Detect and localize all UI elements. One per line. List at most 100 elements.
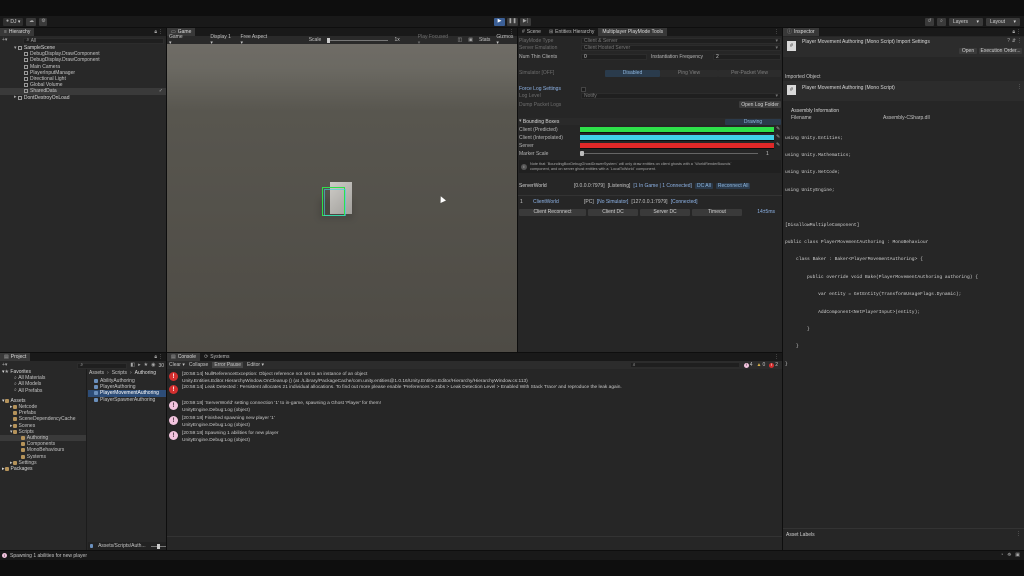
notifications-icon[interactable]: ▣ (1015, 553, 1020, 558)
file-item[interactable]: PlayerSpawnerAuthoring (88, 397, 166, 403)
scale-slider[interactable] (327, 37, 389, 43)
step-button[interactable]: ▶| (520, 17, 531, 26)
simulator-per-packet-button[interactable]: Per-Packet View (718, 69, 781, 77)
editor-dropdown[interactable]: Editor ▾ (247, 362, 264, 368)
num-thin-clients-input[interactable]: 0 (581, 53, 647, 60)
filter-label-icon[interactable]: ▸ (138, 363, 141, 368)
settings-icon[interactable]: ⇵ (1012, 39, 1016, 44)
help-icon[interactable]: ? (1007, 39, 1010, 44)
error-count-toggle[interactable]: ! 2 (769, 362, 778, 368)
more-icon[interactable]: ⋮ (158, 354, 163, 360)
breadcrumb-item[interactable]: Scripts (112, 370, 127, 376)
force-log-settings-checkbox[interactable] (581, 86, 586, 92)
breadcrumb-item[interactable]: Authoring (135, 370, 156, 376)
hidden-packages-icon[interactable]: ◉ (151, 363, 155, 368)
hierarchy-search-input[interactable]: ⌕ All (23, 37, 164, 44)
more-icon[interactable]: ⋮ (1016, 29, 1021, 35)
cloud-button[interactable]: ☁ (26, 17, 37, 26)
eyedropper-icon[interactable]: ✎ (776, 135, 780, 140)
reconnect-all-button[interactable]: Reconnect All (715, 183, 751, 189)
log-entry[interactable]: ! [20:58:14] NullReferenceException: Obj… (169, 372, 780, 385)
dc-all-button[interactable]: DC All (694, 183, 713, 189)
log-entry[interactable]: ! [20:59:18] Spawning 1 abilities for ne… (169, 431, 780, 444)
more-icon[interactable]: ⋮ (1017, 85, 1022, 90)
layers-dropdown[interactable]: Layers ▾ (949, 17, 983, 26)
favorite-icon[interactable]: ★ (144, 363, 148, 368)
hierarchy-item[interactable]: ▸ DontDestroyOnLoad (0, 95, 166, 101)
search-button[interactable]: ⌕ (937, 17, 946, 26)
project-search-input[interactable]: ⌕ (77, 362, 128, 369)
game-viewport[interactable] (167, 44, 517, 352)
add-icon[interactable]: +▾ (2, 38, 7, 43)
tab-entities-hierarchy[interactable]: ⊞ Entities Hierarchy (545, 28, 598, 36)
history-button[interactable]: ↺ (925, 17, 934, 26)
file-item[interactable]: PlayerMovementAuthoring (88, 390, 166, 397)
foldout-icon[interactable]: ▾ (519, 119, 522, 124)
console-search-input[interactable]: ⌕ (629, 362, 740, 368)
pause-button[interactable]: ❚❚ (507, 17, 518, 26)
collab-button[interactable]: ⚙ (39, 17, 48, 26)
eyedropper-icon[interactable]: ✎ (776, 143, 780, 148)
playmode-type-dropdown[interactable]: Client & Server ▾ (581, 38, 781, 44)
lock-icon[interactable]: 🔒︎ (1012, 29, 1015, 35)
server-color[interactable] (580, 142, 774, 149)
drawing-toggle-button[interactable]: Drawing (725, 118, 781, 125)
zoom-slider-knob[interactable] (156, 543, 160, 549)
simulator-ping-view-button[interactable]: Ping View (660, 69, 718, 77)
execution-order-button[interactable]: Execution Order... (979, 48, 1022, 54)
client-predicted-color[interactable] (580, 126, 774, 133)
marker-scale-slider[interactable] (580, 151, 758, 156)
marker-scale-value[interactable]: 1 (766, 151, 769, 157)
tab-inspector[interactable]: ⓘ Inspector (783, 28, 819, 36)
mute-icon[interactable]: ◫ (458, 37, 463, 43)
instantiation-frequency-input[interactable]: 2 (713, 53, 781, 60)
check-icon[interactable]: ✓ (159, 88, 163, 94)
filter-type-icon[interactable]: ◧ (130, 363, 135, 368)
progress-icon[interactable]: ◔ (1000, 553, 1003, 558)
server-dc-button[interactable]: Server DC (640, 208, 690, 216)
tab-scene[interactable]: # Scene (518, 28, 545, 36)
debug-mode-icon[interactable]: ⛯ (1007, 553, 1011, 558)
tab-systems[interactable]: ⟳ Systems (200, 353, 233, 361)
lock-icon[interactable]: 🔒︎ (154, 354, 157, 360)
log-entry[interactable]: ! [20:59:18] Finished spawning new playe… (169, 416, 780, 429)
simulator-disabled-button[interactable]: Disabled (605, 69, 660, 77)
stats-toggle[interactable]: Stats (479, 37, 490, 43)
tab-console[interactable]: ▤ Console (167, 353, 201, 361)
client-dc-button[interactable]: Client DC (588, 208, 638, 216)
account-dropdown[interactable]: ● DJ ▾ (3, 17, 24, 26)
more-icon[interactable]: ⋮ (158, 29, 163, 35)
eyedropper-icon[interactable]: ✎ (776, 127, 780, 132)
tab-hierarchy[interactable]: ≡ Hierarchy (0, 28, 35, 36)
error-pause-toggle[interactable]: Error Pause (212, 362, 244, 368)
log-entry[interactable]: ! [20:58:14] Leak Detected : Persistent … (169, 385, 780, 394)
marker-scale-knob[interactable] (580, 151, 584, 156)
zoom-slider[interactable] (150, 543, 166, 549)
client-reconnect-button[interactable]: Client Reconnect (519, 208, 586, 216)
info-count-toggle[interactable]: ! 4 (743, 362, 752, 368)
server-emulation-dropdown[interactable]: Client Hosted Server ▾ (581, 45, 781, 51)
tab-multiplayer-playmode-tools[interactable]: Multiplayer PlayMode Tools (598, 28, 668, 36)
timeout-button[interactable]: Timeout (692, 208, 742, 216)
tab-project[interactable]: ▤ Project (0, 353, 31, 361)
add-icon[interactable]: +▾ (2, 363, 7, 368)
layout-dropdown[interactable]: Layout ▾ (986, 17, 1020, 26)
client-interpolated-color[interactable] (580, 134, 774, 141)
status-message[interactable]: Spawning 1 abilities for new player (10, 553, 87, 559)
clear-dropdown[interactable]: Clear ▾ (169, 362, 185, 368)
play-button[interactable]: ▶ (494, 17, 505, 26)
breadcrumb-item[interactable]: Assets (89, 370, 104, 376)
lock-icon[interactable]: 🔒︎ (154, 29, 157, 35)
more-icon[interactable]: ⋮ (1017, 39, 1022, 44)
scale-slider-knob[interactable] (327, 37, 331, 43)
more-icon[interactable]: ⋮ (1016, 532, 1021, 537)
more-icon[interactable]: ⋮ (774, 29, 779, 35)
frame-debugger-icon[interactable]: ▣ (468, 37, 473, 43)
more-icon[interactable]: ⋮ (774, 354, 779, 360)
packages-folder[interactable]: ▸ Packages (0, 466, 86, 472)
open-button[interactable]: Open (959, 48, 977, 54)
log-entry[interactable]: ! [20:59:18] 'ServerWorld' setting conne… (169, 401, 780, 414)
open-log-folder-button[interactable]: Open Log Folder (739, 101, 781, 108)
log-level-dropdown[interactable]: Notify ▾ (581, 93, 781, 99)
collapse-toggle[interactable]: Collapse (189, 362, 208, 368)
